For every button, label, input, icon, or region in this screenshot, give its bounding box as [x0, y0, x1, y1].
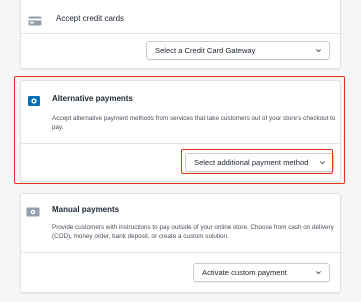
- divider: [21, 143, 340, 144]
- chevron-down-icon: [316, 49, 321, 53]
- credit-card-gateway-select[interactable]: Select a Credit Card Gateway: [146, 41, 330, 60]
- credit-card-section: Accept credit cards Select a Credit Card…: [20, 0, 341, 69]
- chevron-down-icon: [320, 161, 325, 165]
- chevron-down-icon: [316, 271, 321, 275]
- alternative-payments-description: Accept alternative payment methods from …: [52, 115, 336, 132]
- custom-payment-select-label: Activate custom payment: [202, 268, 287, 277]
- manual-payments-section: Manual payments Provide customers with i…: [20, 193, 341, 293]
- credit-card-gateway-select-label: Select a Credit Card Gateway: [155, 46, 256, 55]
- credit-card-title: Accept credit cards: [56, 14, 125, 23]
- credit-card-icon: [28, 13, 42, 26]
- additional-payment-method-select-label: Select additional payment method: [194, 158, 309, 167]
- manual-payments-title: Manual payments: [52, 205, 120, 214]
- divider: [21, 252, 340, 253]
- cash-icon: [26, 204, 40, 217]
- alternative-payment-icon: [28, 93, 42, 106]
- additional-payment-method-select[interactable]: Select additional payment method: [185, 153, 334, 172]
- custom-payment-select[interactable]: Activate custom payment: [193, 263, 330, 282]
- alternative-payments-section: Alternative payments Accept alternative …: [20, 80, 341, 182]
- alternative-payments-title: Alternative payments: [52, 94, 133, 103]
- divider: [21, 33, 340, 34]
- manual-payments-description: Provide customers with instructions to p…: [52, 224, 334, 241]
